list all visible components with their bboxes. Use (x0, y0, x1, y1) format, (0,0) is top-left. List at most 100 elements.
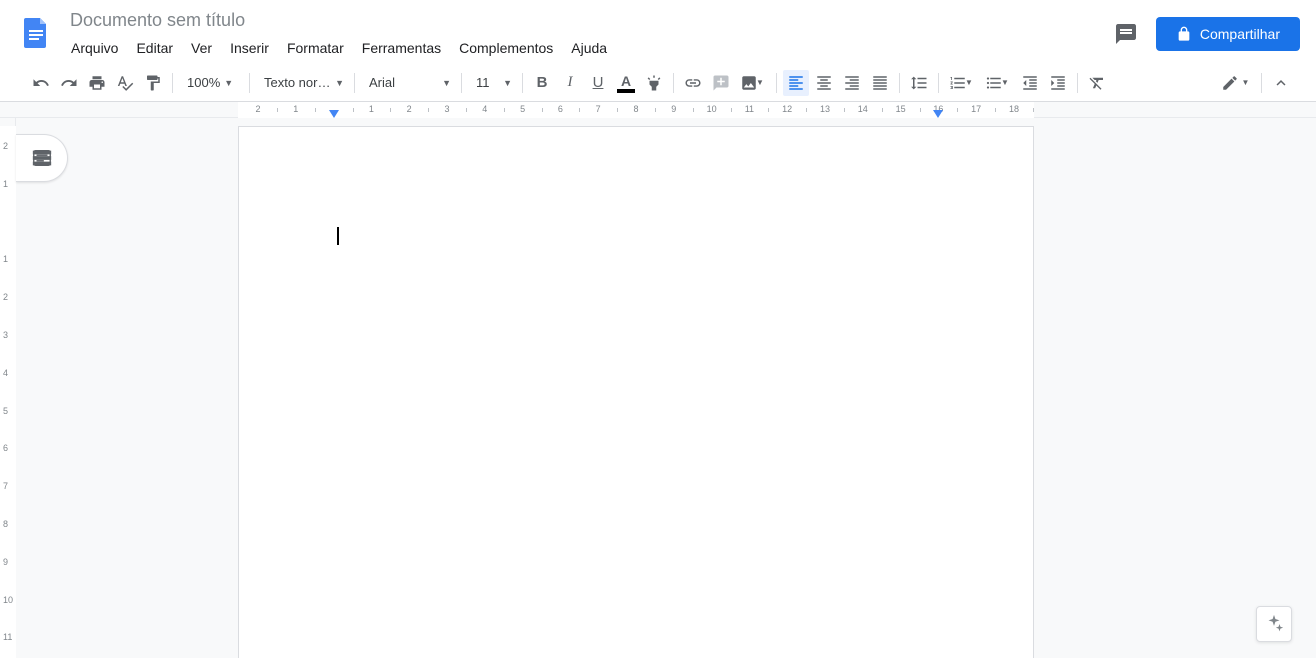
docs-logo[interactable] (16, 12, 56, 52)
insert-image-button[interactable]: ▼ (736, 70, 770, 96)
document-page[interactable] (238, 126, 1034, 658)
size-value: 11 (476, 75, 490, 90)
separator (899, 73, 900, 93)
align-center-icon (815, 74, 833, 92)
comments-button[interactable] (1108, 16, 1144, 52)
menu-inserir[interactable]: Inserir (223, 36, 276, 60)
undo-icon (32, 74, 50, 92)
menu-ver[interactable]: Ver (184, 36, 219, 60)
print-icon (88, 74, 106, 92)
align-justify-icon (871, 74, 889, 92)
align-left-icon (787, 74, 805, 92)
document-title[interactable]: Documento sem título (64, 8, 1108, 32)
font-select[interactable]: Arial ▼ (361, 70, 455, 96)
right-indent-marker[interactable] (933, 110, 943, 118)
ruler-tick: 1 (293, 104, 298, 114)
ruler-tick: 15 (896, 104, 906, 114)
align-right-button[interactable] (839, 70, 865, 96)
spellcheck-icon (116, 74, 134, 92)
separator (776, 73, 777, 93)
bold-button[interactable]: B (529, 70, 555, 96)
ruler-tick: 2 (3, 292, 8, 302)
decrease-indent-button[interactable] (1017, 70, 1043, 96)
ruler-tick: 5 (520, 104, 525, 114)
ruler-tick: 3 (3, 330, 8, 340)
align-right-icon (843, 74, 861, 92)
toolbar: 100% ▼ Texto norm... ▼ Arial ▼ 11 ▼ B I … (0, 64, 1316, 102)
highlight-button[interactable] (641, 70, 667, 96)
horizontal-ruler[interactable]: 21123456789101112131415161718 (0, 102, 1316, 118)
insert-link-button[interactable] (680, 70, 706, 96)
ruler-tick: 4 (3, 368, 8, 378)
paint-format-button[interactable] (140, 70, 166, 96)
ruler-tick: 4 (482, 104, 487, 114)
underline-button[interactable]: U (585, 70, 611, 96)
paragraph-style-select[interactable]: Texto norm... ▼ (256, 70, 348, 96)
outline-button[interactable] (16, 134, 68, 182)
ruler-tick: 3 (444, 104, 449, 114)
menu-editar[interactable]: Editar (129, 36, 180, 60)
clear-formatting-button[interactable] (1084, 70, 1110, 96)
separator (172, 73, 173, 93)
align-left-button[interactable] (783, 70, 809, 96)
collapse-toolbar-button[interactable] (1268, 70, 1294, 96)
share-label: Compartilhar (1200, 26, 1280, 42)
ruler-tick: 10 (707, 104, 717, 114)
menu-bar: Arquivo Editar Ver Inserir Formatar Ferr… (64, 36, 1108, 60)
bulleted-list-button[interactable]: ▼ (981, 70, 1015, 96)
menu-complementos[interactable]: Complementos (452, 36, 560, 60)
line-spacing-button[interactable] (906, 70, 932, 96)
redo-icon (60, 74, 78, 92)
indent-increase-icon (1049, 74, 1067, 92)
text-color-button[interactable]: A (613, 70, 639, 96)
menu-formatar[interactable]: Formatar (280, 36, 351, 60)
menu-ferramentas[interactable]: Ferramentas (355, 36, 448, 60)
separator (1261, 73, 1262, 93)
chevron-up-icon (1272, 74, 1290, 92)
editing-mode-button[interactable]: ▼ (1217, 70, 1255, 96)
font-size-select[interactable]: 11 ▼ (468, 70, 516, 96)
link-icon (684, 74, 702, 92)
redo-button[interactable] (56, 70, 82, 96)
ruler-tick: 9 (671, 104, 676, 114)
menu-ajuda[interactable]: Ajuda (564, 36, 614, 60)
document-canvas[interactable] (16, 118, 1316, 658)
chevron-down-icon: ▼ (335, 78, 344, 88)
clear-format-icon (1088, 74, 1106, 92)
ruler-tick: 8 (3, 519, 8, 529)
left-indent-marker[interactable] (329, 110, 339, 118)
ruler-tick: 13 (820, 104, 830, 114)
separator (1077, 73, 1078, 93)
text-cursor (337, 227, 339, 245)
vertical-ruler[interactable]: 211234567891011 (0, 118, 16, 658)
print-button[interactable] (84, 70, 110, 96)
menu-arquivo[interactable]: Arquivo (64, 36, 125, 60)
ruler-tick: 6 (558, 104, 563, 114)
ruler-tick: 2 (407, 104, 412, 114)
ruler-tick: 5 (3, 406, 8, 416)
align-justify-button[interactable] (867, 70, 893, 96)
undo-button[interactable] (28, 70, 54, 96)
ruler-tick: 2 (3, 141, 8, 151)
outline-icon (31, 147, 53, 169)
share-button[interactable]: Compartilhar (1156, 17, 1300, 51)
numbered-list-button[interactable]: ▼ (945, 70, 979, 96)
ruler-tick: 8 (633, 104, 638, 114)
chevron-down-icon: ▼ (503, 78, 512, 88)
align-center-button[interactable] (811, 70, 837, 96)
increase-indent-button[interactable] (1045, 70, 1071, 96)
line-spacing-icon (910, 74, 928, 92)
font-value: Arial (369, 75, 438, 90)
explore-button[interactable] (1256, 606, 1292, 642)
insert-comment-button[interactable] (708, 70, 734, 96)
ruler-tick: 2 (255, 104, 260, 114)
chevron-down-icon: ▼ (224, 78, 233, 88)
indent-decrease-icon (1021, 74, 1039, 92)
ruler-tick: 1 (3, 179, 8, 189)
italic-button[interactable]: I (557, 70, 583, 96)
paint-roller-icon (144, 74, 162, 92)
zoom-select[interactable]: 100% ▼ (179, 70, 243, 96)
spellcheck-button[interactable] (112, 70, 138, 96)
ruler-tick: 7 (596, 104, 601, 114)
separator (249, 73, 250, 93)
